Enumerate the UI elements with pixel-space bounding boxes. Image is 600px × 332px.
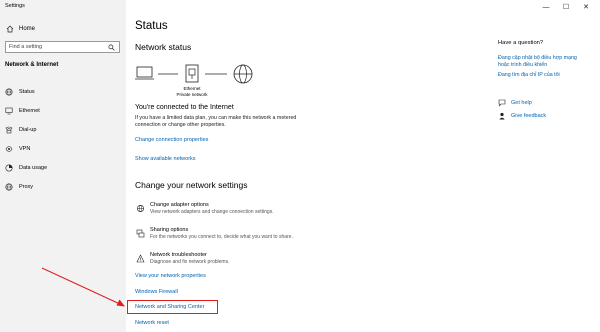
- minimize-button[interactable]: —: [538, 3, 554, 11]
- connected-heading: You're connected to the Internet: [135, 104, 234, 111]
- adapter-icon: [135, 203, 145, 213]
- search-icon[interactable]: [107, 43, 115, 51]
- give-feedback-label: Give feedback: [511, 113, 547, 119]
- option-title: Change adapter options: [150, 202, 209, 208]
- sharing-options[interactable]: Sharing options For the networks you con…: [135, 227, 293, 240]
- ethernet-icon: [5, 107, 13, 115]
- adapter-driver-help-link[interactable]: Đang cập nhật bộ điều hợp mạng hoặc trìn…: [498, 55, 588, 69]
- option-title: Sharing options: [150, 227, 189, 233]
- sidebar-item-proxy[interactable]: Proxy: [0, 177, 126, 196]
- sidebar-item-status[interactable]: Status: [0, 82, 126, 101]
- ethernet-adapter-icon: [185, 64, 199, 83]
- sidebar-item-ethernet[interactable]: Ethernet: [0, 101, 126, 120]
- app-title: Settings: [5, 3, 25, 9]
- search-box[interactable]: [5, 41, 120, 53]
- search-input[interactable]: [9, 44, 107, 50]
- get-help-link[interactable]: Get help: [498, 99, 532, 107]
- page-title: Status: [135, 20, 168, 32]
- window-controls: — ☐ ✕: [538, 3, 594, 12]
- option-title: Network troubleshooter: [150, 252, 207, 258]
- network-reset-link[interactable]: Network reset: [135, 320, 169, 326]
- internet-globe-icon: [233, 64, 253, 84]
- main-content: — ☐ ✕ Status Network status Ethernet Pri…: [126, 0, 600, 332]
- section-title: Network & Internet: [5, 62, 59, 68]
- home-icon: [5, 25, 14, 34]
- highlight-box: [127, 300, 218, 314]
- sidebar-item-label: Dial-up: [19, 126, 37, 133]
- sharing-icon: [135, 228, 145, 238]
- proxy-icon: [5, 182, 13, 191]
- sidebar-nav: Status Ethernet Dial-up VPN Data usage P…: [0, 82, 126, 196]
- dialup-icon: [5, 126, 13, 134]
- network-type-label: Private network: [176, 92, 208, 97]
- warning-icon: [135, 253, 145, 263]
- sidebar-item-vpn[interactable]: VPN: [0, 139, 126, 158]
- option-description: View network adapters and change connect…: [150, 209, 274, 215]
- feedback-icon: [498, 112, 506, 120]
- get-help-label: Get help: [511, 100, 532, 106]
- data-usage-icon: [5, 163, 13, 172]
- network-status-heading: Network status: [135, 42, 192, 52]
- question-heading: Have a question?: [498, 40, 544, 46]
- get-help-icon: [498, 99, 506, 107]
- show-available-networks-link[interactable]: Show available networks: [135, 156, 196, 162]
- help-links: Đang cập nhật bộ điều hợp mạng hoặc trìn…: [498, 55, 588, 79]
- sidebar-home[interactable]: Home: [5, 24, 35, 34]
- network-troubleshooter[interactable]: Network troubleshooter Diagnose and fix …: [135, 252, 230, 265]
- computer-icon: [135, 66, 154, 80]
- help-panel: Have a question?: [498, 40, 543, 46]
- vpn-icon: [5, 145, 13, 153]
- sidebar-item-data-usage[interactable]: Data usage: [0, 158, 126, 177]
- option-description: For the networks you connect to, decide …: [150, 234, 293, 240]
- adapter-label: Ethernet: [183, 86, 201, 91]
- globe-icon: [5, 87, 13, 96]
- windows-firewall-link[interactable]: Windows Firewall: [135, 289, 178, 295]
- change-adapter-options[interactable]: Change adapter options View network adap…: [135, 202, 274, 215]
- home-label: Home: [19, 26, 36, 32]
- sidebar-item-label: Status: [19, 88, 35, 95]
- give-feedback-link[interactable]: Give feedback: [498, 112, 546, 120]
- network-diagram: Ethernet Private network: [135, 62, 265, 100]
- find-ip-help-link[interactable]: Đang tìm địa chỉ IP của tôi: [498, 72, 588, 79]
- sidebar-item-label: Proxy: [19, 183, 34, 190]
- view-network-properties-link[interactable]: View your network properties: [135, 273, 206, 279]
- sidebar: Settings Home Network & Internet Status …: [0, 0, 126, 332]
- connected-description: If you have a limited data plan, you can…: [135, 115, 297, 128]
- close-button[interactable]: ✕: [578, 3, 594, 11]
- change-connection-properties-link[interactable]: Change connection properties: [135, 137, 208, 143]
- sidebar-item-dialup[interactable]: Dial-up: [0, 120, 126, 139]
- sidebar-item-label: Data usage: [19, 164, 48, 171]
- option-description: Diagnose and fix network problems.: [150, 259, 230, 265]
- sidebar-item-label: Ethernet: [19, 107, 40, 114]
- sidebar-item-label: VPN: [19, 145, 31, 152]
- maximize-button[interactable]: ☐: [558, 3, 574, 11]
- change-settings-heading: Change your network settings: [135, 180, 248, 190]
